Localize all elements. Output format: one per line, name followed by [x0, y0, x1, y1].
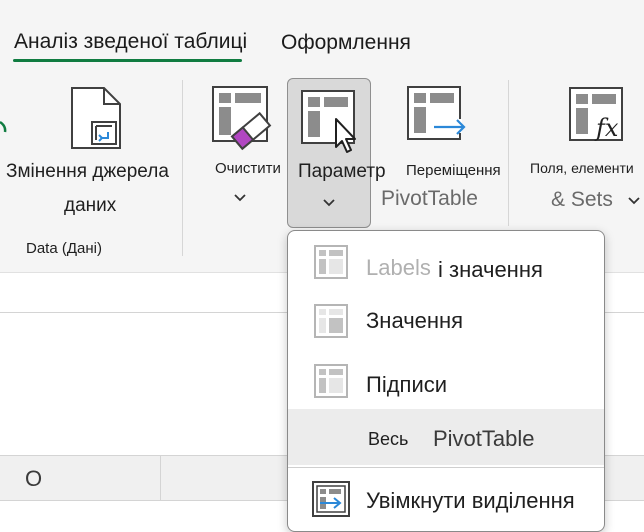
menu-separator: [288, 467, 604, 468]
move-pivottable-label-1: Переміщення: [406, 162, 501, 179]
tab-pivottable-analyze[interactable]: Аналіз зведеної таблиці: [14, 30, 247, 54]
parameter-chevron-icon: [322, 195, 336, 211]
active-tab-indicator: [13, 59, 242, 62]
group-divider: [508, 80, 509, 226]
column-divider: [160, 456, 161, 500]
data-group-label: Data (Дані): [26, 240, 102, 257]
column-header-o[interactable]: O: [25, 466, 42, 492]
labels-values-icon: [314, 245, 348, 284]
change-data-source-label-2: даних: [64, 195, 117, 216]
clear-eraser-icon: [211, 85, 273, 156]
fields-chevron-icon: [627, 193, 641, 209]
move-pivottable-icon: [406, 85, 470, 152]
enable-selection-text: Увімкнути виділення: [366, 488, 575, 513]
labels-values-text: і значення: [438, 257, 543, 282]
fields-items-sets-label-1: Поля, елементи: [530, 160, 634, 176]
change-data-source-label-1: Змінення джерела: [6, 161, 169, 182]
clear-chevron-icon: [233, 190, 247, 206]
menu-item-labels[interactable]: Підписи: [288, 353, 604, 409]
values-text: Значення: [366, 308, 464, 333]
group-divider: [182, 80, 183, 256]
refresh-icon[interactable]: [0, 118, 8, 147]
ribbon-tab-bar: Аналіз зведеної таблиці Оформлення: [0, 0, 644, 68]
entire-pivottable-text: PivotTable: [433, 426, 535, 451]
parameter-dropdown-menu: Labels і значення Значення Підписи Весь …: [287, 230, 605, 532]
menu-item-entire-pivottable[interactable]: Весь PivotTable: [288, 409, 604, 465]
parameter-button[interactable]: Параметр: [287, 78, 386, 228]
menu-item-enable-selection[interactable]: Увімкнути виділення: [288, 469, 604, 531]
menu-item-labels-and-values[interactable]: Labels і значення: [288, 231, 604, 293]
values-icon: [314, 304, 348, 343]
svg-text:fx: fx: [594, 114, 619, 142]
enable-selection-icon: [312, 481, 352, 524]
labels-values-ghost-text: Labels: [366, 255, 431, 280]
tab-design[interactable]: Оформлення: [281, 31, 411, 55]
move-pivottable-label-2: PivotTable: [381, 187, 478, 210]
parameter-label: Параметр: [298, 161, 386, 182]
fields-items-sets-label-2: & Sets: [551, 188, 613, 211]
data-source-icon: [68, 86, 128, 155]
labels-text: Підписи: [366, 372, 448, 397]
entire-prefix-text: Весь: [368, 429, 409, 449]
clear-label: Очистити: [215, 160, 281, 177]
labels-icon: [314, 364, 348, 403]
menu-item-values[interactable]: Значення: [288, 293, 604, 353]
parameter-layout-icon: [300, 89, 364, 160]
fields-items-sets-icon: fx: [568, 86, 630, 151]
